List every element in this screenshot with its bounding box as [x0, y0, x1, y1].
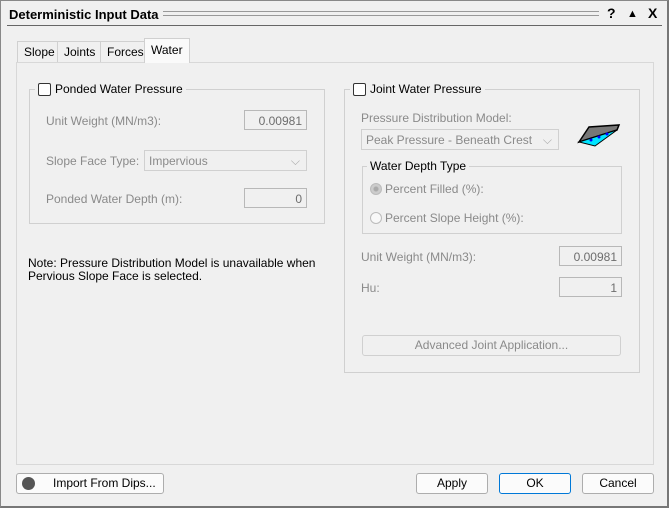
ponded-water-checkbox-row[interactable]: Ponded Water Pressure — [35, 82, 186, 96]
ponded-water-checkbox[interactable] — [38, 82, 51, 96]
radio-label: Percent Filled (%): — [385, 182, 484, 196]
ok-button[interactable]: OK — [499, 473, 571, 494]
note-text: Note: Pressure Distribution Model is una… — [28, 256, 316, 283]
chevron-down-icon: ⌵ — [542, 133, 552, 147]
ponded-water-label: Ponded Water Pressure — [55, 82, 183, 96]
dips-globe-icon — [22, 477, 35, 490]
close-button[interactable]: X — [648, 5, 657, 21]
ponded-unit-weight-input[interactable]: 0.00981 — [244, 110, 307, 130]
joint-water-checkbox-row[interactable]: Joint Water Pressure — [350, 82, 485, 96]
ponded-depth-input[interactable]: 0 — [244, 188, 307, 208]
slope-face-type-value: Impervious — [149, 154, 208, 168]
cancel-button[interactable]: Cancel — [582, 473, 654, 494]
radio-button[interactable] — [370, 212, 382, 224]
title-divider — [7, 25, 662, 26]
import-from-dips-button[interactable]: Import From Dips... — [16, 473, 164, 494]
advanced-joint-application-button[interactable]: Advanced Joint Application... — [362, 335, 621, 356]
water-depth-type-label: Water Depth Type — [367, 159, 470, 173]
slope-face-type-select[interactable]: Impervious ⌵ — [144, 150, 307, 171]
help-button[interactable]: ? — [607, 5, 616, 21]
ponded-unit-weight-label: Unit Weight (MN/m3): — [46, 114, 162, 128]
dialog-window: Deterministic Input Data ? ▲ X Slope Joi… — [0, 0, 669, 508]
hu-input[interactable]: 1 — [559, 277, 622, 297]
slope-face-type-label: Slope Face Type: — [46, 154, 140, 168]
joint-water-checkbox[interactable] — [353, 82, 366, 96]
chevron-down-icon: ⌵ — [290, 154, 300, 168]
radio-button[interactable] — [370, 183, 382, 195]
radio-percent-slope-height[interactable]: Percent Slope Height (%): — [370, 211, 524, 225]
joint-unit-weight-label: Unit Weight (MN/m3): — [361, 250, 477, 264]
tab-joints[interactable]: Joints — [57, 41, 103, 62]
window-title: Deterministic Input Data — [9, 7, 159, 22]
pressure-model-value: Peak Pressure - Beneath Crest — [366, 133, 533, 147]
pressure-model-select[interactable]: Peak Pressure - Beneath Crest ⌵ — [361, 129, 559, 150]
joint-unit-weight-input[interactable]: 0.00981 — [559, 246, 622, 266]
collapse-button[interactable]: ▲ — [627, 8, 638, 20]
joint-water-label: Joint Water Pressure — [370, 82, 482, 96]
apply-button[interactable]: Apply — [416, 473, 488, 494]
tab-water[interactable]: Water — [144, 38, 190, 63]
hu-label: Hu: — [361, 281, 380, 295]
import-label: Import From Dips... — [53, 476, 156, 490]
tab-slope[interactable]: Slope — [17, 41, 62, 62]
ponded-depth-label: Ponded Water Depth (m): — [46, 192, 183, 206]
radio-percent-filled[interactable]: Percent Filled (%): — [370, 182, 484, 196]
radio-label: Percent Slope Height (%): — [385, 211, 524, 225]
pressure-model-label: Pressure Distribution Model: — [361, 111, 512, 125]
pressure-distribution-icon — [577, 124, 621, 147]
title-drag-bar[interactable] — [163, 11, 599, 16]
